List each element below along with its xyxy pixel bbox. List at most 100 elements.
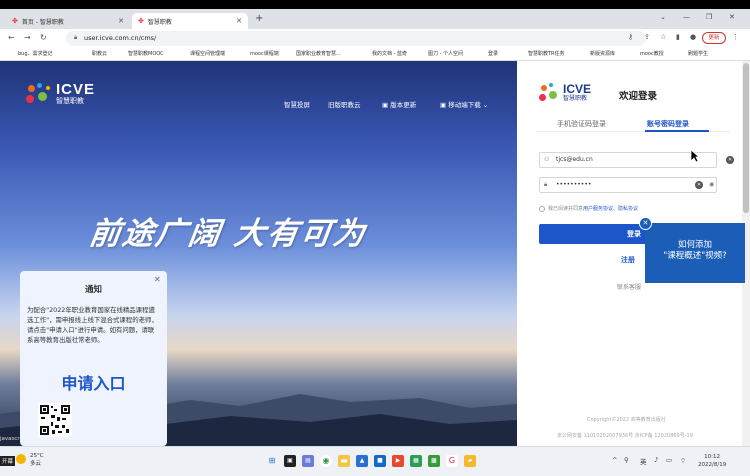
clock-time: 10:12 bbox=[704, 454, 721, 460]
clear-icon[interactable]: ✕ bbox=[726, 156, 734, 164]
brand-name: ICVE bbox=[56, 81, 96, 98]
update-button[interactable]: 更新 bbox=[702, 32, 726, 44]
account-icon[interactable]: ● bbox=[690, 33, 696, 41]
weather-desc: 多云 bbox=[30, 461, 42, 467]
bookmark-item[interactable]: 图刀 - 个人空间 bbox=[428, 50, 463, 57]
explorer-icon[interactable]: ▬ bbox=[338, 455, 350, 467]
address-bar[interactable]: 🔒︎ user.icve.com.cn/cms/ bbox=[66, 31, 646, 46]
clear-icon[interactable]: ✕ bbox=[695, 181, 703, 189]
menu-icon[interactable]: ⋮ bbox=[732, 33, 739, 41]
sun-icon bbox=[16, 454, 26, 464]
active-tab-indicator bbox=[645, 130, 709, 132]
icve-logo-icon bbox=[26, 83, 54, 105]
nav-mobile-download[interactable]: ▣ 移动端下载 ⌄ bbox=[440, 99, 488, 109]
bookmark-item[interactable]: 智慧职教MOOC bbox=[128, 50, 164, 57]
scrollbar-thumb[interactable] bbox=[743, 63, 749, 213]
register-link[interactable]: 注册 bbox=[621, 255, 635, 265]
sidebar-icon[interactable]: ▮ bbox=[676, 33, 680, 41]
desktop-screen: ✤ 首页 - 智慧职教 ✕ ✤ 智慧职教 ✕ + ⌄ — ❐ ✕ ← → ↻ 🔒… bbox=[0, 9, 750, 476]
tab-icve[interactable]: ✤ 智慧职教 ✕ bbox=[132, 13, 248, 29]
task-view-icon[interactable]: ▣ bbox=[284, 455, 296, 467]
back-icon[interactable]: ← bbox=[8, 33, 15, 42]
video-prompt-line2: "课程概述"视频? bbox=[663, 251, 727, 261]
bookmark-item[interactable]: 刷题学生 bbox=[688, 50, 708, 57]
app-icon[interactable]: ■ bbox=[374, 455, 386, 467]
nav-old-cloud[interactable]: 旧版职教云 bbox=[328, 99, 361, 109]
bookmark-item[interactable]: mooc教授 bbox=[640, 50, 664, 57]
tab-home[interactable]: ✤ 首页 - 智慧职教 ✕ bbox=[6, 13, 130, 29]
bookmark-item[interactable]: 登录 bbox=[488, 50, 498, 57]
maximize-icon[interactable]: ❐ bbox=[706, 13, 712, 21]
notice-popup: 通知 ✕ 为配合"2022年职业教育国家在线精品课程遴选工作"，需申报线上线下混… bbox=[20, 271, 167, 446]
icp-text: 京公网安备 11010202007936号 京ICP备 12020869号-19 bbox=[557, 433, 693, 439]
network-icon[interactable]: ⌔ bbox=[680, 456, 686, 465]
app-icon[interactable]: ▩ bbox=[428, 455, 440, 467]
video-help-prompt[interactable]: ✕ 如何添加 "课程概述"视频? bbox=[639, 217, 745, 283]
system-clock[interactable]: 10:12 2022/8/19 bbox=[698, 453, 726, 469]
url-text: user.icve.com.cn/cms/ bbox=[84, 34, 157, 42]
contact-support-link[interactable]: 联系客服 bbox=[617, 282, 641, 291]
bookmark-item[interactable]: 智慧职教TR任务 bbox=[528, 50, 565, 57]
star-icon[interactable]: ☆ bbox=[660, 33, 666, 41]
minimize-icon[interactable]: — bbox=[683, 13, 690, 21]
speaker-icon[interactable]: ♪ bbox=[654, 456, 658, 464]
tab-sms-login[interactable]: 手机验证码登录 bbox=[557, 119, 606, 129]
windows-taskbar: 25°C 多云 ⊞ ▣ ▤ ◉ ▬ ▲ ■ ▶ ▦ ▩ G ▰ ^ ⚲ 英 ♪ … bbox=[0, 446, 750, 476]
tab-home-label: 首页 - 智慧职教 bbox=[21, 18, 64, 26]
chrome-icon[interactable]: ◉ bbox=[320, 455, 332, 467]
nav-version-update[interactable]: ▣ 版本更新 bbox=[382, 99, 416, 109]
folder-icon[interactable]: ▰ bbox=[464, 455, 476, 467]
browser-toolbar: ← → ↻ 🔒︎ user.icve.com.cn/cms/ ⚷ ⇪ ☆ ▮ ●… bbox=[0, 29, 750, 48]
close-tab-icon[interactable]: ✕ bbox=[118, 17, 124, 25]
tab-password-login[interactable]: 账号密码登录 bbox=[647, 119, 689, 129]
agree-checkbox[interactable] bbox=[539, 205, 545, 212]
new-tab-button[interactable]: + bbox=[255, 13, 263, 25]
mouse-cursor-icon bbox=[690, 149, 700, 163]
bookmark-item[interactable]: 我的文档 - 蓝奇 bbox=[372, 50, 407, 57]
start-icon[interactable]: ⊞ bbox=[266, 455, 278, 467]
login-logo: ICVE 智慧职教 bbox=[539, 83, 591, 103]
app-icon[interactable]: G bbox=[446, 455, 458, 467]
weather-widget[interactable]: 25°C 多云 bbox=[16, 452, 44, 468]
bookmark-item[interactable]: 课程空间管理端 bbox=[190, 50, 225, 57]
apply-entry-link[interactable]: 申请入口 bbox=[20, 370, 167, 394]
battery-icon[interactable]: ▭ bbox=[666, 456, 672, 464]
close-icon[interactable]: ✕ bbox=[154, 275, 161, 284]
password-field[interactable]: 🔒︎ •••••••••• ✕ ◉ bbox=[539, 177, 717, 193]
mic-icon[interactable]: ⚲ bbox=[624, 456, 629, 464]
icve-favicon-icon: ✤ bbox=[138, 17, 144, 25]
bookmark-item[interactable]: 职教云 bbox=[92, 50, 107, 57]
nav-smart-cast[interactable]: 智慧投屏 bbox=[284, 99, 310, 109]
brand-subtitle: 智慧职教 bbox=[56, 97, 84, 105]
ime-indicator[interactable]: 英 bbox=[640, 456, 647, 466]
tab-search-icon[interactable]: ⌄ bbox=[660, 13, 666, 21]
reload-icon[interactable]: ↻ bbox=[40, 33, 47, 42]
bookmarks-bar: bug、需求登记 职教云 智慧职教MOOC 课程空间管理端 mooc课程端 国家… bbox=[0, 48, 750, 61]
key-icon[interactable]: ⚷ bbox=[628, 33, 633, 41]
eye-icon[interactable]: ◉ bbox=[709, 181, 714, 188]
chevron-up-icon[interactable]: ^ bbox=[612, 456, 617, 464]
app-icon[interactable]: ▶ bbox=[392, 455, 404, 467]
app-icon[interactable]: ▲ bbox=[356, 455, 368, 467]
close-tab-icon[interactable]: ✕ bbox=[236, 17, 242, 25]
bookmark-item[interactable]: bug、需求登记 bbox=[18, 50, 53, 57]
widgets-icon[interactable]: ▤ bbox=[302, 455, 314, 467]
forward-icon[interactable]: → bbox=[24, 33, 31, 42]
icve-logo[interactable]: ICVE 智慧职教 bbox=[26, 81, 96, 105]
copyright-text: Copyright©2022 高等教育出版社 bbox=[587, 417, 666, 423]
video-prompt-line1: 如何添加 bbox=[677, 240, 712, 250]
bookmark-item[interactable]: 新版资源库 bbox=[590, 50, 615, 57]
app-icon[interactable]: ▦ bbox=[410, 455, 422, 467]
agreement-links[interactable]: 用户服务协议、隐私协议 bbox=[583, 206, 638, 212]
close-window-icon[interactable]: ✕ bbox=[729, 13, 735, 21]
lock-icon: 🔒︎ bbox=[544, 181, 548, 188]
hero-slogan: 前途广阔 大有可为 bbox=[86, 216, 369, 252]
user-icon: ⚇ bbox=[544, 156, 550, 163]
bookmark-item[interactable]: mooc课程端 bbox=[250, 50, 279, 57]
tab-icve-label: 智慧职教 bbox=[147, 18, 172, 26]
share-icon[interactable]: ⇪ bbox=[644, 33, 650, 41]
username-value: tjcs@edu.cn bbox=[556, 156, 593, 163]
agreement-row: 我已阅读并同意用户服务协议、隐私协议 bbox=[539, 205, 638, 212]
bookmark-item[interactable]: 国家职业教育智慧... bbox=[296, 50, 341, 57]
close-icon[interactable]: ✕ bbox=[639, 217, 652, 230]
